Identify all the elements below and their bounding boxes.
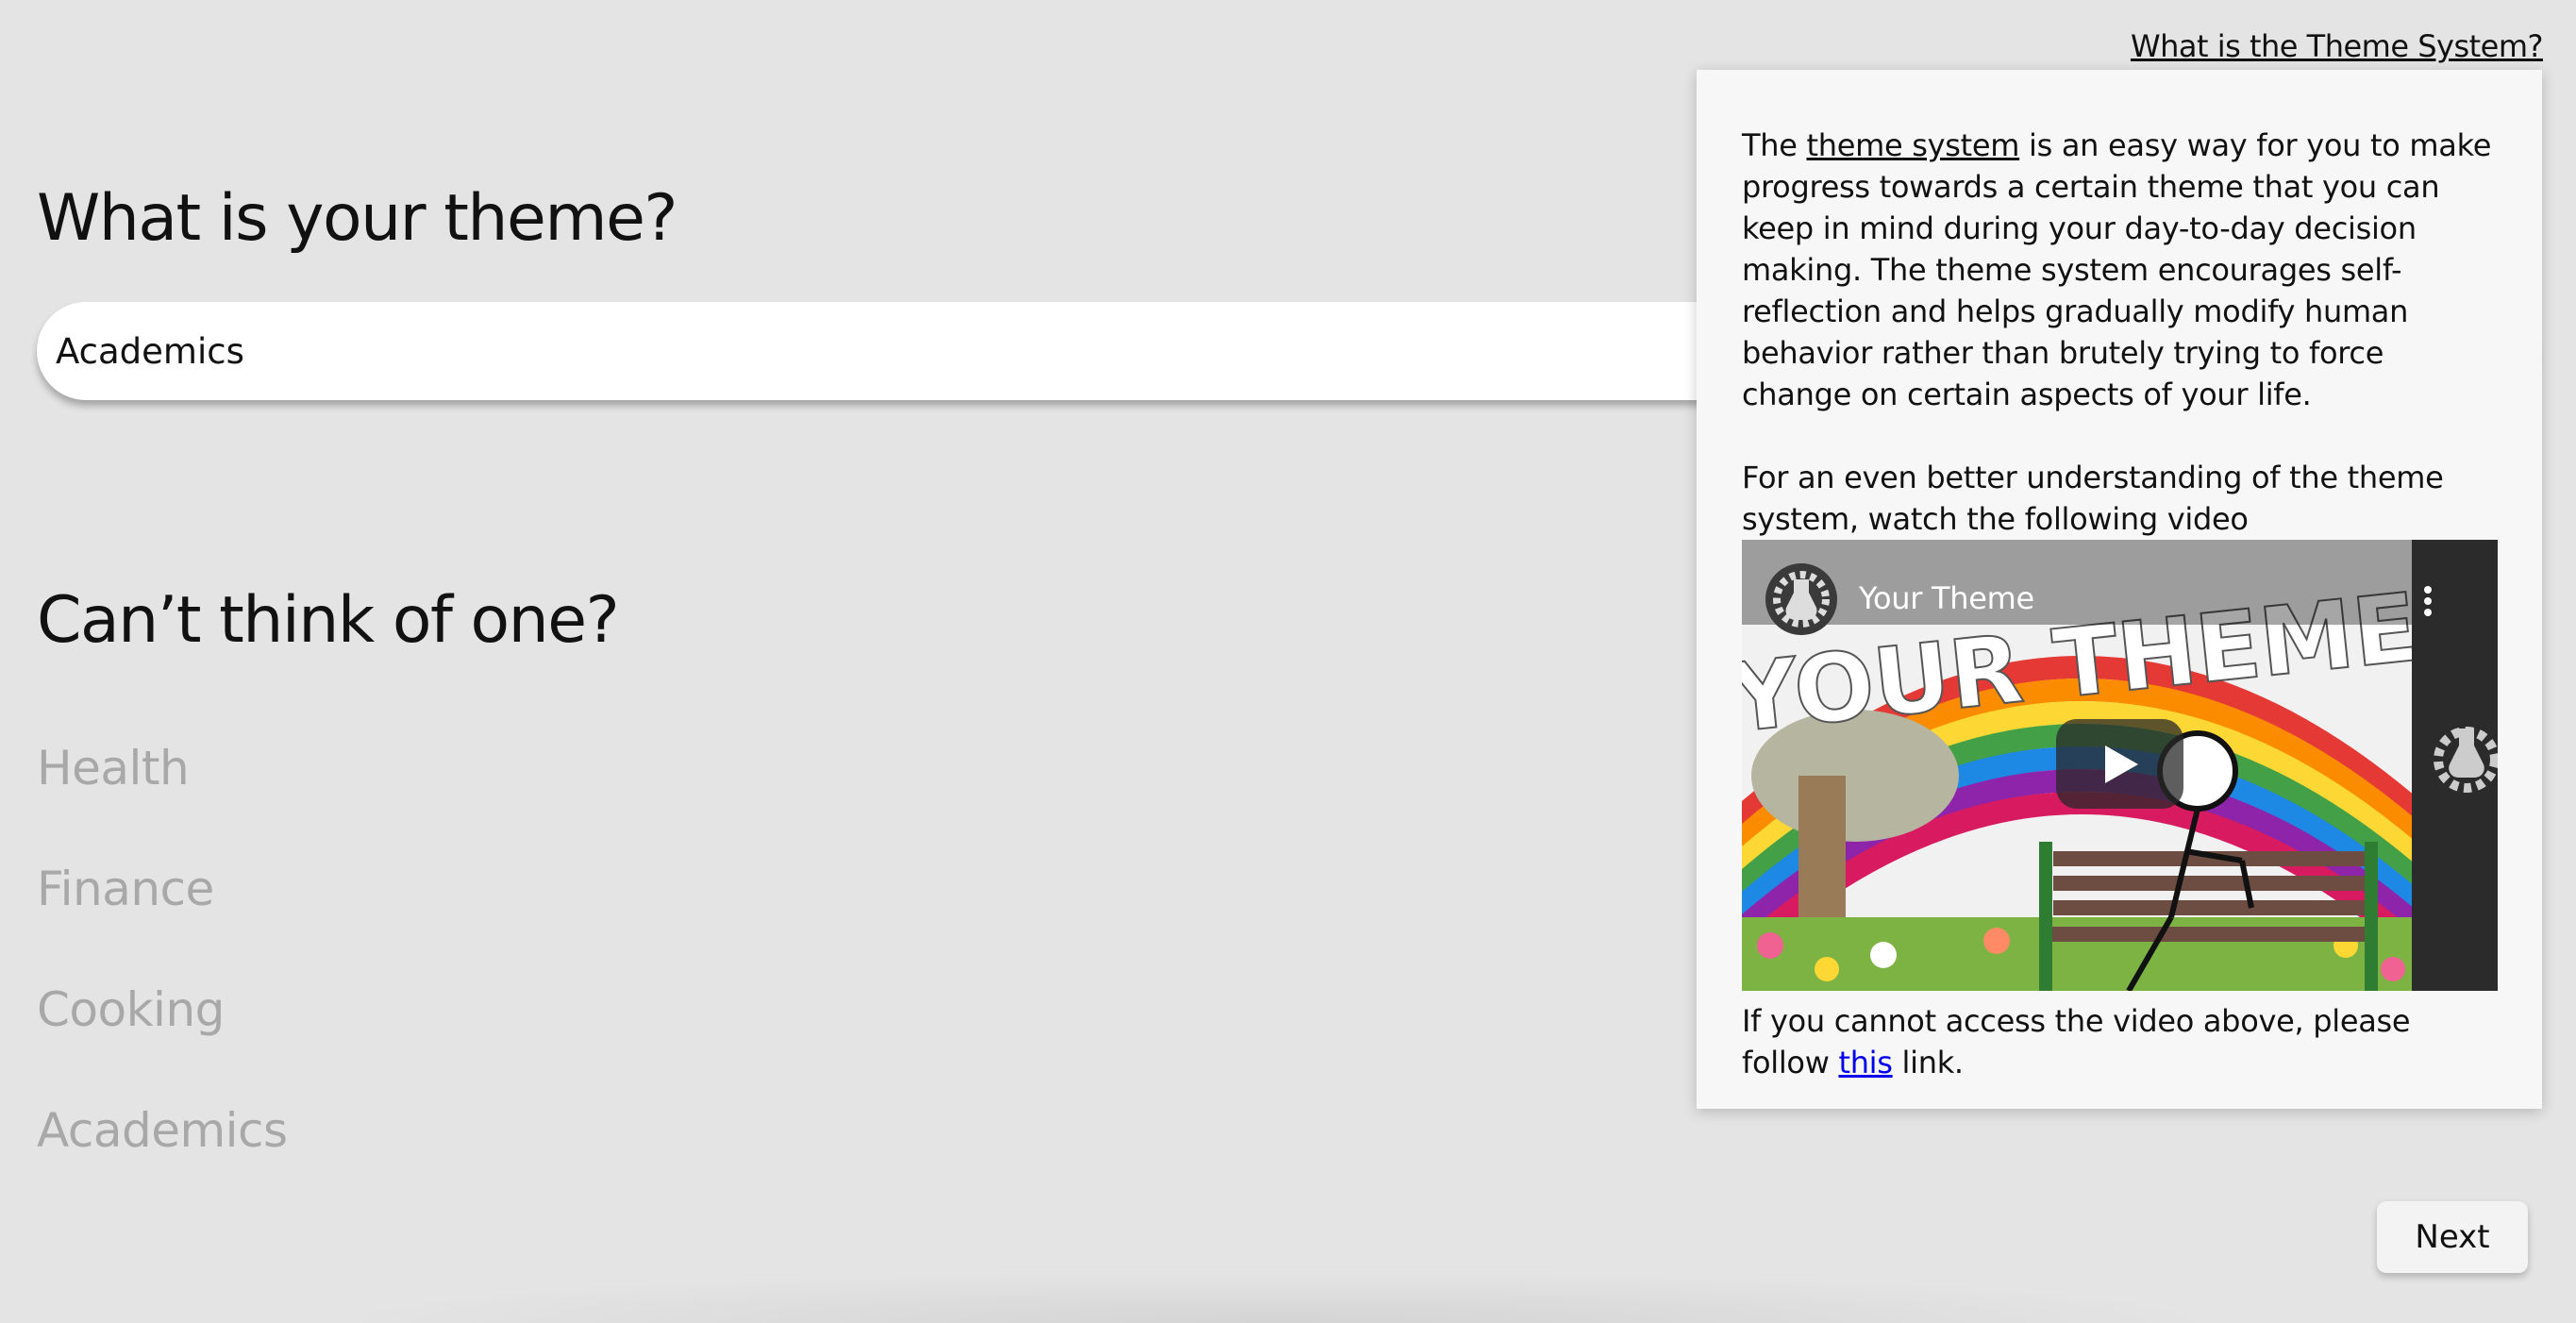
theme-system-link[interactable]: theme system [1807, 127, 2020, 163]
suggestion-health[interactable]: Health [37, 728, 288, 849]
video-intro-paragraph: For an even better understanding of the … [1742, 460, 2444, 537]
channel-logo-icon [1765, 563, 1837, 635]
suggestion-finance[interactable]: Finance [37, 849, 288, 970]
video-title: Your Theme [1858, 580, 2034, 616]
play-icon [2056, 719, 2183, 809]
theme-system-popover: The theme system is an easy way for you … [1697, 70, 2542, 1109]
theme-question-heading: What is your theme? [37, 181, 678, 256]
suggestions-heading: Can’t think of one? [37, 583, 620, 658]
suggestion-list: Health Finance Cooking Academics [37, 728, 288, 1212]
video-fallback-paragraph: If you cannot access the video above, pl… [1742, 1003, 2411, 1080]
bottom-shadow [311, 1269, 2246, 1323]
more-options-icon [2424, 586, 2432, 616]
next-button[interactable]: Next [2377, 1201, 2528, 1273]
video-player[interactable]: YOUR THEME Your Theme [1742, 540, 2498, 991]
intro-paragraph: The theme system is an easy way for you … [1742, 127, 2492, 412]
help-link[interactable]: What is the Theme System? [2131, 28, 2544, 64]
suggestion-cooking[interactable]: Cooking [37, 970, 288, 1091]
suggestion-academics[interactable]: Academics [37, 1091, 288, 1212]
fallback-video-link[interactable]: this [1838, 1045, 1893, 1080]
